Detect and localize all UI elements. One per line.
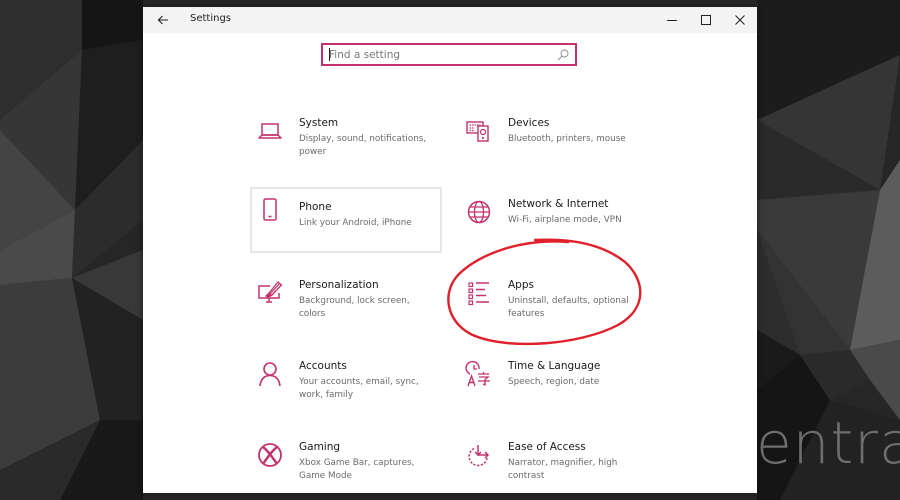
tile-personalization[interactable]: Personalization Background, lock screen,… [250,272,442,338]
tile-label: Personalization [299,279,379,291]
apps-list-icon [468,282,489,306]
paintbrush-monitor-icon [258,281,283,303]
person-icon [259,362,281,387]
search-box[interactable] [321,43,577,66]
title-bar: Settings [143,7,757,33]
tile-description: Wi-Fi, airplane mode, VPN [508,215,622,225]
watermark-text: entral [756,409,900,477]
tile-devices[interactable]: Devices Bluetooth, printers, mouse [459,110,651,176]
back-arrow-icon [157,15,168,25]
tile-description: Your accounts, email, sync, work, family [299,377,419,400]
tile-label: Accounts [299,360,347,372]
maximize-button[interactable] [689,7,723,33]
tile-system[interactable]: System Display, sound, notifications, po… [250,110,442,176]
text-caret [329,48,330,61]
tile-label: Phone [299,201,332,213]
tile-accounts[interactable]: Accounts Your accounts, email, sync, wor… [250,353,442,419]
xbox-icon [258,443,282,467]
ease-of-access-icon [468,445,490,467]
tile-description: Link your Android, iPhone [299,218,412,228]
search-icon[interactable] [557,49,569,61]
tile-phone[interactable]: Phone Link your Android, iPhone [250,187,442,253]
close-icon [735,15,745,25]
tile-gaming[interactable]: Gaming Xbox Game Bar, captures, Game Mod… [250,434,442,493]
tile-description: Uninstall, defaults, optional features [508,296,629,319]
maximize-icon [701,15,711,25]
tile-time-language[interactable]: Time & Language Speech, region, date [459,353,651,419]
tile-description: Display, sound, notifications, power [299,134,427,157]
tile-label: Ease of Access [508,441,586,453]
clock-language-icon [465,360,490,387]
tile-label: Time & Language [508,360,601,372]
tile-description: Speech, region, date [508,377,600,387]
tile-label: Gaming [299,441,341,453]
tile-label: System [299,117,339,129]
globe-icon [467,200,491,224]
close-button[interactable] [723,7,757,33]
tile-network-internet[interactable]: Network & Internet Wi-Fi, airplane mode,… [459,191,651,257]
back-button[interactable] [151,9,175,31]
tile-description: Narrator, magnifier, high contrast [508,458,618,481]
tile-description: Background, lock screen, colors [299,296,410,319]
tile-ease-of-access[interactable]: Ease of Access Narrator, magnifier, high… [459,434,651,493]
tile-apps[interactable]: Apps Uninstall, defaults, optional featu… [459,272,651,338]
tile-label: Apps [508,279,534,291]
minimize-icon [667,20,677,21]
minimize-button[interactable] [655,7,689,33]
settings-window: Settings System Display, sound, notifica… [143,7,757,493]
tile-description: Xbox Game Bar, captures, Game Mode [299,458,415,481]
window-title: Settings [190,13,232,24]
keyboard-speaker-icon [466,121,489,142]
laptop-icon [258,123,282,139]
tile-label: Network & Internet [508,198,609,210]
tile-description: Bluetooth, printers, mouse [508,134,626,144]
search-input[interactable] [329,47,549,62]
tile-label: Devices [508,117,550,129]
phone-icon [263,198,277,221]
